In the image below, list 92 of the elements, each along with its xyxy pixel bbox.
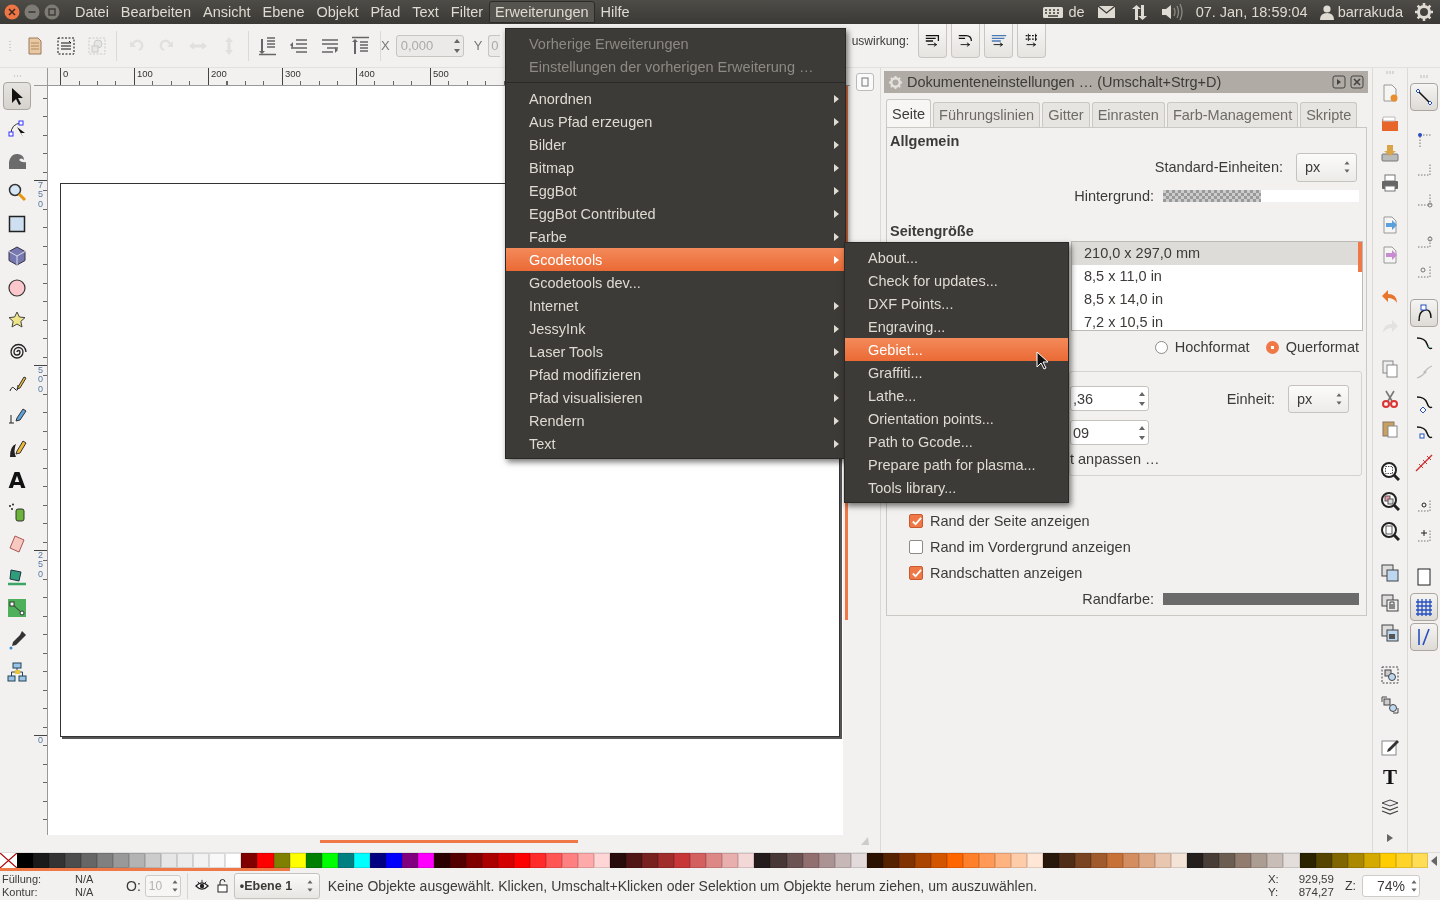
tab[interactable]: Skripte [1300,102,1358,127]
menu-item[interactable]: Aus Pfad erzeugen [506,110,845,133]
checkbox-label: Rand im Vordergrund anzeigen [930,539,1131,555]
tab[interactable]: Einrasten [1091,102,1165,127]
menu-item[interactable]: Text [506,432,845,455]
menu-item[interactable]: Pfad modifizieren [506,363,845,386]
zoom-label: Z: [1344,878,1356,893]
menu-item[interactable]: Engraving... [845,315,1068,338]
list-row[interactable]: 8,5 x 11,0 in [1072,265,1362,288]
menu-item[interactable]: Bitmap [506,156,845,179]
checkbox-label: Randschatten anzeigen [930,565,1083,581]
menu-item[interactable]: Ansicht [197,1,257,23]
text-tool[interactable]: A [3,466,31,494]
status-message: Keine Objekte ausgewählt. Klicken, Umschalt+Klicken oder Selektion um Objekte herum ziehen, um auszuwählen. [327,877,1038,894]
tab[interactable]: Führungslinien [933,102,1041,127]
ruler-label: 500 [38,366,43,395]
radio-label: Hochformat [1174,339,1250,355]
y-label: Y [473,38,483,53]
cursor-x-label: X: [1267,872,1280,886]
menu-item[interactable]: Prepare path for plasma... [845,453,1068,476]
list-row[interactable]: 8,5 x 14,0 in [1072,288,1362,311]
stroke-value: N/A [75,885,95,899]
cursor-y-label: Y: [1267,885,1280,899]
menu-item[interactable]: Internet [506,294,845,317]
cursor-x-value: 929,59 [1297,872,1334,886]
stroke-label: Kontur: [2,885,39,899]
tab[interactable]: Seite [886,99,932,127]
fit-page-link[interactable]: t anpassen … [1070,451,1361,467]
fill-value: N/A [75,872,95,886]
ruler-label: 250 [38,551,43,580]
menu-item[interactable]: Text [406,1,445,23]
user-name: barrakuda [1337,4,1403,20]
unit-dropdown[interactable]: px [1288,384,1349,413]
menu-item[interactable]: Hilfe [594,1,636,23]
menu-item[interactable]: Bilder [506,133,845,156]
menu-item[interactable]: Objekt [310,1,365,23]
menu-item[interactable]: EggBot Contributed [506,202,845,225]
background-label: Hintergrund: [1074,188,1154,204]
menu-item[interactable]: EggBot [506,179,845,202]
menu-item[interactable]: DXF Points... [845,292,1068,315]
cursor-y-value: 874,27 [1297,885,1334,899]
menu-item[interactable]: Farbe [506,225,845,248]
dialog-title: Dokumenteneinstellungen … (Umschalt+Strg+D) [907,74,1223,90]
menu-item[interactable]: Laser Tools [506,340,845,363]
menu-item[interactable]: Tools library... [845,476,1068,499]
menu-item[interactable]: Anordnen [506,87,845,110]
checkbox-label: Rand der Seite anzeigen [930,513,1090,529]
border-color-label: Randfarbe: [1082,591,1154,607]
fill-label: Füllung: [2,872,43,886]
ruler-label: 750 [38,181,43,210]
menu-item[interactable]: Lathe... [845,384,1068,407]
ruler-label: 500 [430,68,504,85]
menu-item[interactable]: Check for updates... [845,269,1068,292]
list-row[interactable]: 7,2 x 10,5 in [1072,311,1362,330]
ruler-label: 400 [356,68,430,85]
section-heading: Allgemein [889,133,961,151]
menu-item[interactable]: Gcodetools dev... [506,271,845,294]
ruler-label: 100 [134,68,208,85]
tab[interactable]: Gitter [1042,102,1090,127]
x-label: X [381,38,390,53]
effect-label: uswirkung: [851,34,909,48]
ruler-label: 300 [282,68,356,85]
default-units-label: Standard-Einheiten: [1154,159,1283,175]
menu-item[interactable]: Rendern [506,409,845,432]
menu-item[interactable]: Pfad visualisieren [506,386,845,409]
menu-item[interactable]: Orientation points... [845,407,1068,430]
menu-item[interactable]: Filter [444,1,490,23]
menu-item[interactable]: Bearbeiten [114,1,197,23]
width-field[interactable]: ,36 [1070,386,1149,411]
menu-item[interactable]: Ebene [256,1,311,23]
default-units-dropdown[interactable]: px [1296,152,1357,182]
menu-item[interactable]: JessyInk [506,317,845,340]
height-field[interactable]: 09 [1070,420,1149,445]
text-tool[interactable]: T [1378,765,1402,789]
unit-label: Einheit: [1226,390,1275,407]
keyboard-layout: de [1068,4,1085,20]
layer-dropdown[interactable]: •Ebene 1 [233,872,320,899]
ruler-label: 200 [208,68,282,85]
section-heading: Seitengröße [889,223,975,241]
menu-item[interactable]: Erweiterungen [489,1,595,23]
clock: 07. Jan, 18:59:04 [1195,4,1308,20]
menu-item[interactable]: Graffiti... [845,361,1068,384]
ruler-label: 0 [38,736,43,746]
menu-item[interactable]: About... [845,246,1068,269]
opacity-label: O: [126,877,141,894]
radio-label: Querformat [1285,339,1359,355]
menu-item[interactable]: Pfad [364,1,407,23]
menu-item[interactable]: Path to Gcode... [845,430,1068,453]
zoom-field[interactable]: 74% [1362,874,1420,897]
menu-item[interactable]: Datei [69,1,115,23]
ruler-label: 0 [60,68,134,85]
tab[interactable]: Farb-Management [1166,102,1299,127]
